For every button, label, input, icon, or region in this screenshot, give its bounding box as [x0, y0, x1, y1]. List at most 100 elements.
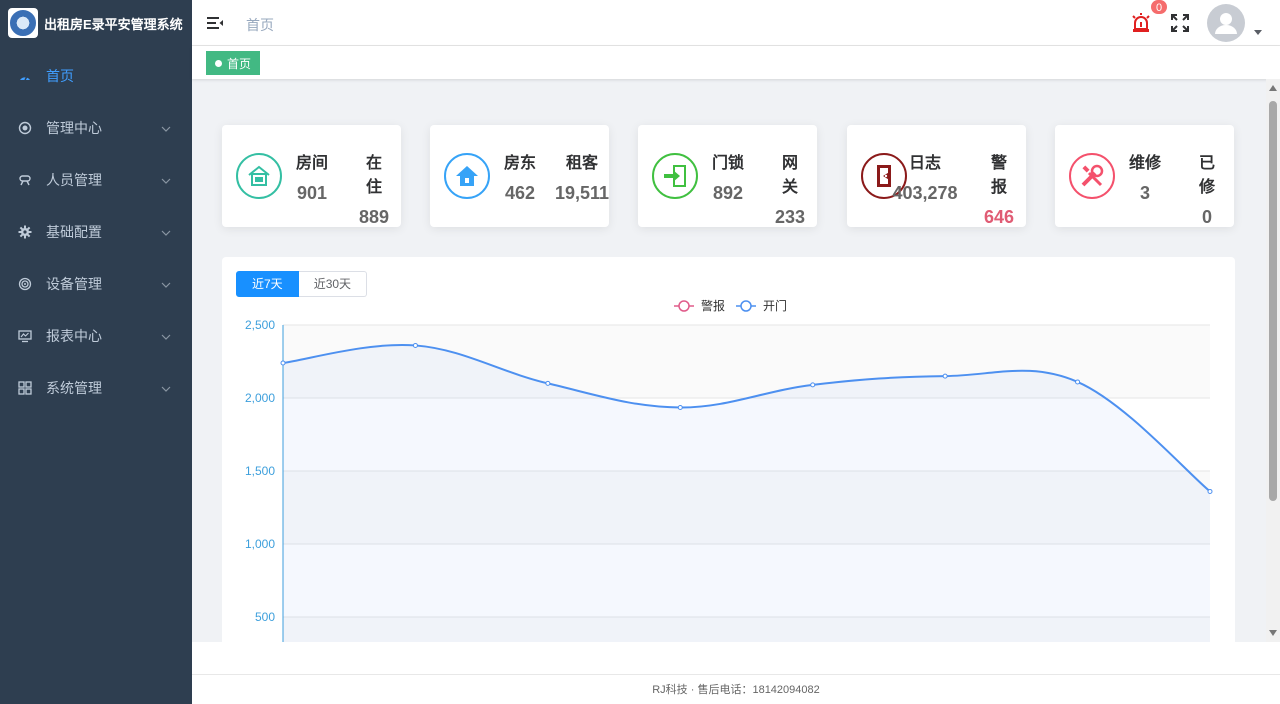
y-tick-label: 1,500: [245, 464, 275, 478]
stat-value: 646: [983, 207, 1015, 227]
footer-text: RJ科技 · 售后电话：18142094082: [652, 684, 820, 696]
repair-icon: [1069, 153, 1115, 199]
vertical-scrollbar[interactable]: [1266, 79, 1280, 642]
stat-column: 门锁 892: [712, 149, 744, 204]
stat-label: 房间: [295, 155, 329, 172]
dashboard-icon: [18, 69, 32, 83]
police-badge-logo: [8, 8, 38, 38]
tab-30-days[interactable]: 近30天: [298, 271, 368, 297]
tag-active-dot: [215, 59, 222, 67]
alarm-count-badge: 0: [1150, 0, 1168, 15]
stat-label: 租客: [565, 155, 598, 172]
chart-card: 2,500 2,000 1,500 1,000 500 警报 开门 近7天 近30天: [222, 257, 1235, 642]
chevron-down-icon: [160, 226, 172, 238]
chevron-down-icon: [160, 278, 172, 290]
sidebar-item-6[interactable]: 系统管理: [0, 362, 192, 414]
stat-label: 维修: [1128, 155, 1162, 172]
house-icon: [444, 153, 490, 199]
user-avatar[interactable]: [1207, 4, 1245, 42]
scroll-thumb[interactable]: [1269, 101, 1277, 501]
fullscreen-icon[interactable]: [1171, 14, 1189, 32]
hamburger-icon[interactable]: [206, 14, 224, 32]
stat-card[interactable]: 门锁 892 网关 233: [638, 125, 817, 227]
range-tabs: 近7天 近30天: [236, 271, 368, 297]
dashboard-main: 房间 901 在住 889 房东 462 租客 19,511 门锁 892 网关 233 日志 403,2…: [192, 79, 1266, 642]
sidebar-item-5[interactable]: 报表中心: [0, 310, 192, 362]
legend-label[interactable]: 开门: [763, 298, 787, 313]
stat-card[interactable]: 房间 901 在住 889: [222, 125, 401, 227]
stat-card[interactable]: 房东 462 租客 19,511: [430, 125, 609, 227]
sidebar-item-0[interactable]: 首页: [0, 50, 192, 102]
alarm-icon[interactable]: [1130, 12, 1152, 34]
stat-label: 门锁: [711, 155, 745, 172]
y-tick-label: 2,500: [245, 318, 275, 332]
stat-column: 维修 3: [1129, 149, 1161, 204]
stat-column: 网关 233: [775, 149, 805, 228]
stat-card[interactable]: 日志 403,278 警报 646: [847, 125, 1026, 227]
stat-value: 462: [504, 183, 536, 203]
sidebar-item-label: 首页: [46, 68, 74, 84]
brand[interactable]: 出租房E录平安管理系统: [0, 0, 192, 46]
tab-7-days[interactable]: 近7天: [236, 271, 299, 297]
stat-label: 日志: [908, 155, 942, 172]
stat-column: 房间 901: [296, 149, 328, 204]
data-point[interactable]: [942, 373, 948, 379]
y-tick-label: 500: [255, 610, 275, 624]
data-point[interactable]: [412, 342, 418, 348]
sidebar-item-4[interactable]: 设备管理: [0, 258, 192, 310]
stat-value: 892: [712, 183, 744, 203]
scroll-up-icon[interactable]: [1269, 85, 1277, 91]
stat-card[interactable]: 维修 3 已修 0: [1055, 125, 1234, 227]
stat-column: 已修 0: [1194, 149, 1221, 228]
sidebar-item-label: 设备管理: [46, 276, 102, 292]
data-point[interactable]: [545, 380, 551, 386]
sidebar-item-label: 报表中心: [46, 328, 102, 344]
stat-value: 3: [1139, 183, 1151, 203]
data-point[interactable]: [810, 382, 816, 388]
gear-icon: [18, 225, 32, 239]
stat-value: 233: [774, 207, 806, 227]
tag-home[interactable]: 首页: [206, 51, 261, 75]
breadcrumb[interactable]: 首页: [246, 15, 274, 35]
stat-value: 889: [358, 207, 390, 227]
sidebar-item-label: 系统管理: [46, 380, 102, 396]
data-point[interactable]: [1207, 488, 1213, 494]
line-chart: 2,500 2,000 1,500 1,000 500 警报 开门: [245, 298, 1213, 642]
device-icon: [18, 277, 32, 291]
stat-column: 房东 462: [504, 149, 536, 204]
stat-value: 19,511: [554, 183, 610, 203]
content-bottom: [192, 642, 1280, 674]
data-point[interactable]: [280, 360, 286, 366]
legend-label[interactable]: 警报: [701, 298, 725, 313]
stat-label: 房东: [503, 155, 537, 172]
stat-value: 403,278: [892, 183, 958, 203]
tag-label: 首页: [227, 56, 252, 71]
tags-view: 首页: [192, 46, 1280, 79]
sidebar-menu: 首页管理中心人员管理基础配置设备管理报表中心系统管理: [0, 50, 192, 414]
y-tick-label: 2,000: [245, 391, 275, 405]
y-tick-label: 1,000: [245, 537, 275, 551]
room-icon: [236, 153, 282, 199]
data-point[interactable]: [677, 404, 683, 410]
sidebar-item-label: 基础配置: [46, 224, 102, 240]
lock-icon: [652, 153, 698, 199]
legend-marker[interactable]: [678, 300, 690, 312]
stat-value: 901: [296, 183, 328, 203]
legend-marker[interactable]: [740, 300, 752, 312]
stat-label: 已修: [1198, 155, 1215, 196]
stat-column: 租客 19,511: [555, 149, 609, 204]
top-navbar: 首页 0: [192, 0, 1280, 46]
sidebar-item-2[interactable]: 人员管理: [0, 154, 192, 206]
stat-column: 警报 646: [984, 149, 1014, 228]
monitor-icon: [18, 329, 32, 343]
scroll-down-icon[interactable]: [1269, 630, 1277, 636]
chevron-down-icon: [160, 382, 172, 394]
grid-icon: [18, 381, 32, 395]
sidebar-item-3[interactable]: 基础配置: [0, 206, 192, 258]
sidebar-item-label: 人员管理: [46, 172, 102, 188]
caret-down-icon[interactable]: [1254, 30, 1262, 35]
app-title: 出租房E录平安管理系统: [44, 16, 183, 32]
sidebar-item-1[interactable]: 管理中心: [0, 102, 192, 154]
data-point[interactable]: [1075, 379, 1081, 385]
chevron-down-icon: [160, 122, 172, 134]
